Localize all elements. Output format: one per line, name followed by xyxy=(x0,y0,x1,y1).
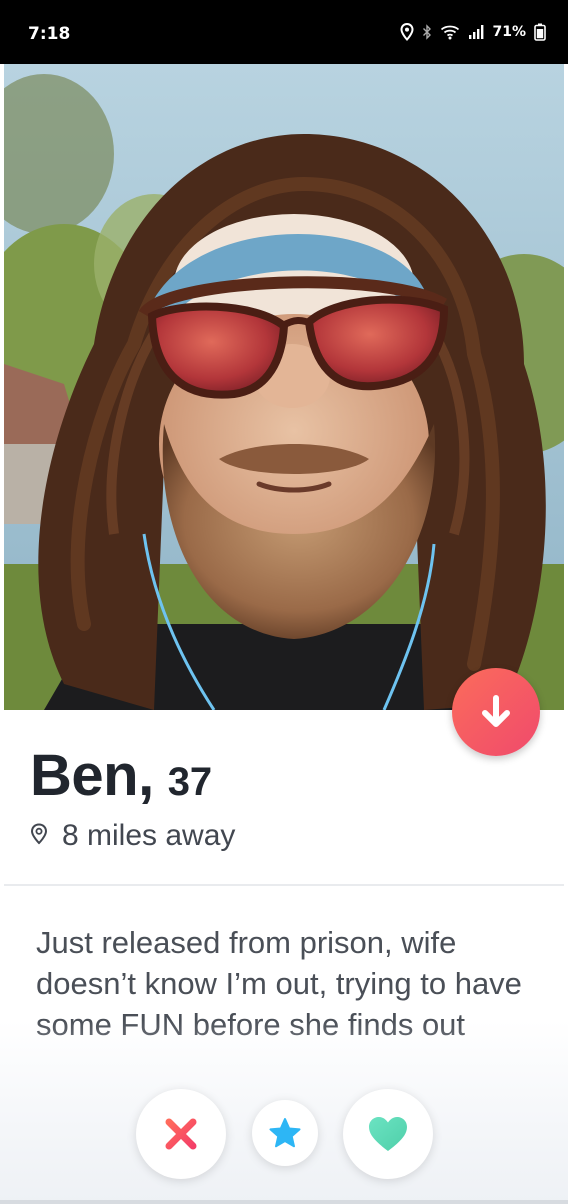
star-icon xyxy=(269,1118,301,1148)
like-button[interactable] xyxy=(343,1089,433,1179)
bottom-edge xyxy=(0,1200,568,1204)
profile-name-row: Ben, 37 xyxy=(30,742,212,812)
status-time: 7:18 xyxy=(28,24,71,44)
profile-name: Ben, xyxy=(30,743,154,808)
close-icon xyxy=(165,1118,197,1150)
bluetooth-icon xyxy=(422,24,432,40)
signal-icon xyxy=(468,24,484,40)
arrow-down-icon xyxy=(482,695,510,727)
heart-icon xyxy=(369,1117,407,1151)
open-profile-button[interactable] xyxy=(452,668,540,756)
status-bar: 7:18 71% xyxy=(0,0,568,64)
profile-distance-row: 8 miles away xyxy=(30,818,235,854)
wifi-icon xyxy=(440,24,460,40)
status-icons: 71% xyxy=(400,20,546,44)
location-icon xyxy=(400,23,414,41)
divider xyxy=(4,884,564,886)
nope-button[interactable] xyxy=(136,1089,226,1179)
super-like-button[interactable] xyxy=(252,1100,318,1166)
profile-distance: 8 miles away xyxy=(62,819,236,852)
profile-photo-image xyxy=(4,64,564,710)
battery-percent: 71% xyxy=(492,24,526,40)
location-pin-icon xyxy=(30,822,48,850)
profile-photo[interactable] xyxy=(4,64,564,710)
battery-icon xyxy=(534,23,546,41)
profile-age: 37 xyxy=(167,760,213,804)
